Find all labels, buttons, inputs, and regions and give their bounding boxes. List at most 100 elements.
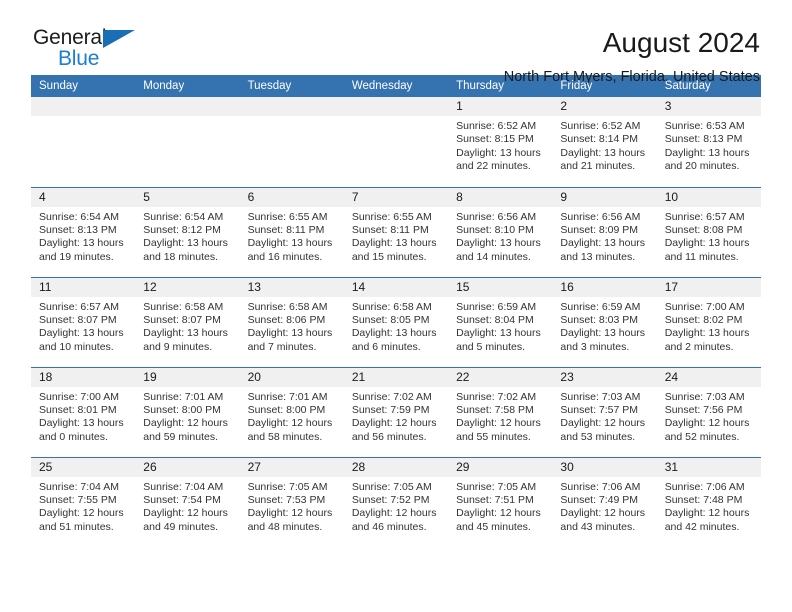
day-details: Sunrise: 7:00 AM Sunset: 8:02 PM Daylight:… [657, 297, 761, 355]
calendar-day-cell[interactable]: 17 Sunrise: 7:00 AM Sunset: 8:02 PM Dayligh… [656, 276, 761, 367]
calendar-day-cell[interactable]: 11 Sunrise: 6:57 AM Sunset: 8:07 PM Dayligh… [31, 276, 136, 367]
calendar-cell-empty [31, 97, 136, 187]
calendar-day-cell[interactable]: 15 Sunrise: 6:59 AM Sunset: 8:04 PM Dayligh… [448, 276, 553, 367]
day-details: Sunrise: 6:53 AM Sunset: 8:13 PM Daylight:… [657, 116, 761, 174]
sunrise-text: Sunrise: 7:05 AM [351, 480, 432, 493]
day-details: Sunrise: 6:52 AM Sunset: 8:14 PM Daylight:… [552, 116, 656, 174]
daylight-text: Daylight: 13 hours and 20 minutes. [664, 146, 750, 173]
calendar-day-cell[interactable]: 5 Sunrise: 6:54 AM Sunset: 8:12 PM Daylight… [135, 186, 240, 277]
calendar-day-cell[interactable]: 18 Sunrise: 7:00 AM Sunset: 8:01 PM Dayligh… [31, 366, 136, 457]
calendar-day-cell[interactable]: 28 Sunrise: 7:05 AM Sunset: 7:52 PM Dayligh… [343, 456, 449, 547]
calendar-day-cell[interactable]: 13 Sunrise: 6:58 AM Sunset: 8:06 PM Dayligh… [239, 276, 344, 367]
daylight-text: Daylight: 13 hours and 0 minutes. [39, 417, 124, 443]
sunset-text: Sunset: 7:56 PM [664, 403, 743, 416]
calendar-cell-empty [239, 97, 344, 187]
page-title: August 2024 [602, 27, 760, 58]
day-details: Sunrise: 6:58 AM Sunset: 8:05 PM Daylight:… [344, 297, 448, 355]
calendar-day-cell[interactable]: 7 Sunrise: 6:55 AM Sunset: 8:11 PM Daylight… [343, 186, 449, 277]
calendar-day-cell[interactable]: 21 Sunrise: 7:02 AM Sunset: 7:59 PM Dayligh… [343, 366, 449, 457]
sunrise-text: Sunrise: 7:06 AM [664, 480, 745, 493]
calendar-day-cell[interactable]: 1 Sunrise: 6:52 AM Sunset: 8:15 PM Daylight… [448, 97, 553, 187]
calendar-day-cell[interactable]: 9 Sunrise: 6:56 AM Sunset: 8:09 PM Daylight… [552, 186, 657, 277]
sunset-text: Sunset: 8:13 PM [664, 133, 743, 146]
sunrise-sunset-calendar-table: Sunday Monday Tuesday Wednesday Thursday… [31, 75, 761, 547]
daylight-text: Daylight: 12 hours and 49 minutes. [143, 507, 228, 533]
daylight-text: Daylight: 13 hours and 18 minutes. [143, 237, 228, 263]
sunset-text: Sunset: 8:05 PM [351, 313, 430, 326]
sunrise-text: Sunrise: 7:01 AM [247, 390, 328, 403]
calendar-day-cell[interactable]: 3 Sunrise: 6:53 AM Sunset: 8:13 PM Daylight… [656, 97, 761, 187]
calendar-day-cell[interactable]: 30 Sunrise: 7:06 AM Sunset: 7:49 PM Dayligh… [552, 456, 657, 547]
sunset-text: Sunset: 8:08 PM [664, 223, 743, 236]
calendar-day-cell[interactable]: 19 Sunrise: 7:01 AM Sunset: 8:00 PM Dayligh… [135, 366, 240, 457]
sunset-text: Sunset: 8:03 PM [560, 313, 639, 326]
day-details: Sunrise: 6:54 AM Sunset: 8:12 PM Daylight:… [135, 207, 239, 265]
day-details: Sunrise: 6:54 AM Sunset: 8:13 PM Daylight:… [31, 207, 135, 265]
sunset-text: Sunset: 7:48 PM [664, 493, 743, 506]
daylight-text: Daylight: 12 hours and 58 minutes. [247, 417, 333, 443]
calendar-day-cell[interactable]: 23 Sunrise: 7:03 AM Sunset: 7:57 PM Dayligh… [552, 366, 657, 457]
weekday-header-tuesday: Tuesday [239, 75, 344, 97]
calendar-day-cell[interactable]: 4 Sunrise: 6:54 AM Sunset: 8:13 PM Daylight… [31, 186, 136, 277]
calendar-day-cell[interactable]: 25 Sunrise: 7:04 AM Sunset: 7:55 PM Dayligh… [31, 456, 136, 547]
day-details: Sunrise: 7:03 AM Sunset: 7:56 PM Daylight:… [657, 387, 761, 445]
day-details: Sunrise: 7:00 AM Sunset: 8:01 PM Daylight:… [31, 387, 135, 445]
day-number: 30 [552, 457, 657, 477]
sunset-text: Sunset: 8:14 PM [560, 133, 639, 146]
day-number: 3 [656, 97, 761, 116]
sunset-text: Sunset: 7:49 PM [560, 493, 639, 506]
calendar-day-cell[interactable]: 24 Sunrise: 7:03 AM Sunset: 7:56 PM Dayligh… [656, 366, 761, 457]
daylight-text: Daylight: 13 hours and 9 minutes. [143, 327, 228, 353]
weekday-header-monday: Monday [135, 75, 240, 97]
calendar-day-cell[interactable]: 20 Sunrise: 7:01 AM Sunset: 8:00 PM Dayligh… [239, 366, 344, 457]
sunrise-text: Sunrise: 7:03 AM [560, 390, 641, 403]
sunrise-text: Sunrise: 7:01 AM [143, 390, 224, 403]
sunset-text: Sunset: 8:07 PM [39, 313, 117, 326]
day-number: 12 [135, 277, 240, 297]
daylight-text: Daylight: 13 hours and 5 minutes. [456, 327, 541, 353]
daylight-text: Daylight: 12 hours and 46 minutes. [351, 507, 437, 533]
sunrise-text: Sunrise: 7:02 AM [456, 390, 537, 403]
daylight-text: Daylight: 13 hours and 11 minutes. [664, 237, 750, 263]
day-number: 21 [343, 367, 449, 387]
sunset-text: Sunset: 8:10 PM [456, 223, 534, 236]
calendar-day-cell[interactable]: 22 Sunrise: 7:02 AM Sunset: 7:58 PM Dayligh… [448, 366, 553, 457]
daylight-text: Daylight: 13 hours and 2 minutes. [664, 327, 750, 353]
sunset-text: Sunset: 7:58 PM [456, 403, 534, 416]
calendar-day-cell[interactable]: 14 Sunrise: 6:58 AM Sunset: 8:05 PM Dayligh… [343, 276, 449, 367]
day-number: 18 [31, 367, 136, 387]
daylight-text: Daylight: 13 hours and 21 minutes. [560, 146, 646, 173]
calendar-page: General Blue August 2024 North Fort Myer… [0, 0, 792, 612]
daylight-text: Daylight: 13 hours and 7 minutes. [247, 327, 333, 353]
calendar-day-cell[interactable]: 26 Sunrise: 7:04 AM Sunset: 7:54 PM Dayligh… [135, 456, 240, 547]
calendar-day-cell[interactable]: 12 Sunrise: 6:58 AM Sunset: 8:07 PM Dayligh… [135, 276, 240, 367]
day-details: Sunrise: 6:57 AM Sunset: 8:08 PM Daylight:… [657, 207, 761, 265]
calendar-day-cell[interactable]: 10 Sunrise: 6:57 AM Sunset: 8:08 PM Dayligh… [656, 186, 761, 277]
day-details: Sunrise: 6:55 AM Sunset: 8:11 PM Daylight:… [344, 207, 448, 265]
daylight-text: Daylight: 12 hours and 59 minutes. [143, 417, 228, 443]
day-details: Sunrise: 6:58 AM Sunset: 8:07 PM Daylight:… [135, 297, 239, 355]
day-number: 22 [448, 367, 553, 387]
calendar-day-cell[interactable]: 2 Sunrise: 6:52 AM Sunset: 8:14 PM Daylight… [552, 97, 657, 187]
calendar-day-cell[interactable]: 8 Sunrise: 6:56 AM Sunset: 8:10 PM Daylight… [448, 186, 553, 277]
sunset-text: Sunset: 7:52 PM [351, 493, 430, 506]
day-number: 14 [343, 277, 449, 297]
calendar-day-cell[interactable]: 6 Sunrise: 6:55 AM Sunset: 8:11 PM Daylight… [239, 186, 344, 277]
day-details: Sunrise: 7:03 AM Sunset: 7:57 PM Daylight:… [552, 387, 656, 445]
sunset-text: Sunset: 8:02 PM [664, 313, 743, 326]
general-blue-logo[interactable]: General Blue [31, 26, 151, 72]
calendar-day-cell[interactable]: 29 Sunrise: 7:05 AM Sunset: 7:51 PM Dayligh… [448, 456, 553, 547]
sunrise-text: Sunrise: 6:59 AM [560, 300, 641, 313]
calendar-day-cell[interactable]: 31 Sunrise: 7:06 AM Sunset: 7:48 PM Dayligh… [656, 456, 761, 547]
day-details: Sunrise: 7:04 AM Sunset: 7:54 PM Daylight:… [135, 477, 239, 535]
daylight-text: Daylight: 13 hours and 16 minutes. [247, 237, 333, 263]
day-number: 8 [448, 187, 553, 207]
day-number: 28 [343, 457, 449, 477]
calendar-day-cell[interactable]: 16 Sunrise: 6:59 AM Sunset: 8:03 PM Dayligh… [552, 276, 657, 367]
day-number: 31 [656, 457, 761, 477]
daylight-text: Daylight: 13 hours and 6 minutes. [351, 327, 437, 353]
sunset-text: Sunset: 7:55 PM [39, 493, 117, 506]
calendar-day-cell[interactable]: 27 Sunrise: 7:05 AM Sunset: 7:53 PM Dayligh… [239, 456, 344, 547]
day-details: Sunrise: 7:02 AM Sunset: 7:58 PM Daylight:… [448, 387, 552, 445]
sunset-text: Sunset: 8:00 PM [143, 403, 221, 416]
